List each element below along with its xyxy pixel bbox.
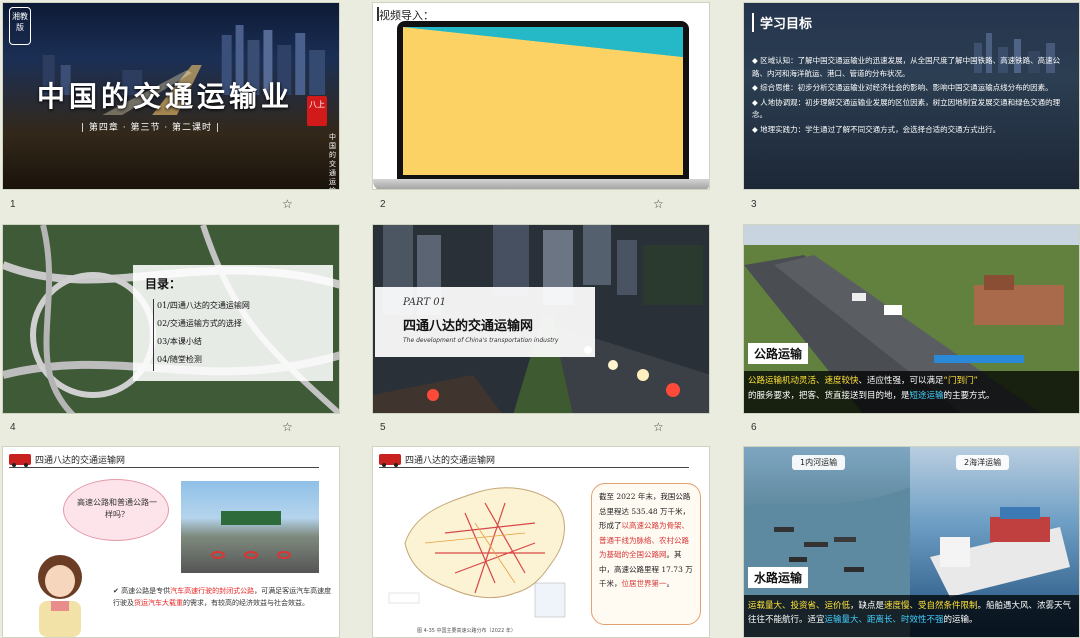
expressway-description: ✔ 高速公路是专供汽车高速行驶的封闭式公路，可满足客运汽车高速度行驶及货运汽车大… (113, 585, 337, 609)
thought-bubble-text: 高速公路和普通公路一样吗？ (77, 498, 157, 519)
water-transport-heading: 水路运输 (748, 567, 809, 588)
slide-subtitle: | 第四章 · 第三节 · 第二课时 | (81, 123, 220, 133)
road-statistics-note: 截至 2022 年末，我国公路总里程达 535.48 万千米，形成了以高速公路为… (591, 483, 701, 625)
toc-title: 目录： (145, 277, 182, 291)
toc-item: 02/交通运输方式的选择 (157, 319, 242, 328)
text-span: 的运输。 (943, 615, 978, 625)
slide-number: 1 (10, 199, 16, 210)
slide-thumbnail-7[interactable]: 四通八达的交通运输网 高速公路和普通公路一样吗？ ✔ 高速公路是专供汽车高速行驶… (2, 446, 340, 638)
list-item: ◆ 人地协调观：初步理解交通运输业发展的区位因素，树立因地制宜发展交通和绿色交通… (752, 97, 1061, 120)
learning-goals-heading: 学习目标 (752, 13, 812, 32)
section-header: 四通八达的交通运输网 (379, 453, 496, 467)
highlight-text: 位居世界第一 (621, 579, 667, 588)
divider (153, 299, 154, 371)
part-label: PART 01 (403, 297, 446, 308)
slide-title: 中国的交通运输业 (37, 80, 294, 113)
slide-thumbnail-5[interactable]: PART 01 四通八达的交通运输网 The development of Ch… (372, 224, 710, 414)
text-span: 公路运输 (748, 376, 783, 386)
publisher-badge: 湘教版 (9, 7, 31, 45)
vertical-title: 中国的交通运输业 (329, 133, 336, 189)
slide-thumbnail-9[interactable]: 1内河运输 2海洋运输 水路运输 运载量大、投资省、运价低，缺点是速度慢、受自然… (743, 446, 1080, 638)
truck-icon (379, 454, 401, 467)
section-title: 四通八达的交通运输网 (35, 456, 126, 466)
star-icon[interactable]: ☆ (653, 421, 664, 433)
map-caption: 图 4-35 中国主要高速公路分布（2022 年） (417, 628, 516, 634)
highlight-text: 运载量大、投资省、运价低 (748, 601, 851, 611)
section-header: 四通八达的交通运输网 (9, 453, 126, 467)
china-expressway-map (388, 487, 566, 618)
text-span: 。 (666, 579, 675, 588)
slide-number: 2 (380, 199, 386, 210)
ocean-shipping-tag: 2海洋运输 (956, 455, 1010, 470)
slide-thumbnail-3[interactable]: 学习目标 ◆ 区域认知：了解中国交通运输业的迅速发展，从全国尺度了解中国铁路、高… (743, 2, 1080, 190)
video-placeholder-graphic (403, 27, 683, 57)
section-title-panel: PART 01 四通八达的交通运输网 The development of Ch… (375, 287, 595, 357)
text-span: 的需求，有较高的经济效益与社会效益。 (183, 599, 309, 607)
laptop-base (373, 179, 709, 189)
expressway-photo (181, 481, 319, 573)
slide-number: 5 (380, 422, 386, 433)
star-icon[interactable]: ☆ (653, 198, 664, 210)
highlight-text: 汽车高速行驶的封闭式公路 (170, 587, 255, 595)
toc-list: 01/四通八达的交通运输网 02/交通运输方式的选择 03/本课小结 04/随堂… (157, 297, 250, 369)
slide-number: 3 (751, 199, 757, 210)
speed-markings (201, 551, 301, 561)
student-illustration (38, 555, 82, 637)
slide-thumbnail-1[interactable]: 湘教版 中国的交通运输业 | 第四章 · 第三节 · 第二课时 | 八上 中国的… (2, 2, 340, 190)
road-sign (221, 511, 281, 525)
list-item: ◆ 地理实践力：学生通过了解不同交通方式，会选择合适的交通方式出行。 (752, 124, 1001, 134)
highlight-text: 货运汽车大载重 (134, 599, 183, 607)
truck-icon (9, 454, 31, 467)
text-span: 的服务要求，把客、货直接送到目的地，是 (748, 391, 910, 401)
inland-waterway-tag: 1内河运输 (792, 455, 846, 470)
header-underline (9, 467, 319, 468)
list-item: ◆ 综合思维：初步分析交通运输业对经济社会的影响、影响中国交通运输点线分布的因素… (752, 83, 1053, 92)
section-title: 四通八达的交通运输网 (403, 319, 534, 334)
highlight-text: 短途运输 (909, 391, 944, 401)
highlight-text: 运输量大、距离长、时效性不强 (824, 615, 944, 625)
table-of-contents-panel: 目录： 01/四通八达的交通运输网 02/交通运输方式的选择 03/本课小结 0… (133, 265, 333, 381)
toc-item: 03/本课小结 (157, 337, 202, 346)
slide-thumbnail-6[interactable]: 公路运输 公路运输机动灵活、速度较快、适应性强，可以满足“门到门” 的服务要求，把… (743, 224, 1080, 414)
star-icon[interactable]: ☆ (282, 198, 293, 210)
text-span: 的主要方式。 (943, 391, 995, 401)
slide-number: 4 (10, 422, 16, 433)
slide-thumbnail-2[interactable]: 视频导入： (372, 2, 710, 190)
section-subtitle-en: The development of China's transportatio… (403, 337, 559, 344)
highlight-text: 机动灵活、速度较快 (782, 376, 859, 386)
video-screen[interactable] (403, 27, 683, 175)
road-transport-heading: 公路运输 (748, 343, 809, 364)
slide-thumbnail-4[interactable]: 目录： 01/四通八达的交通运输网 02/交通运输方式的选择 03/本课小结 0… (2, 224, 340, 414)
road-transport-caption: 公路运输机动灵活、速度较快、适应性强，可以满足“门到门” 的服务要求，把客、货直接… (744, 371, 1079, 413)
highlight-text: 速度慢、受自然条件限制 (884, 601, 978, 611)
slide-thumbnail-8[interactable]: 四通八达的交通运输网 截至 2022 年末，我国公路总里程达 535.48 万千… (372, 446, 710, 638)
section-title: 四通八达的交通运输网 (405, 456, 496, 466)
list-item: ◆ 区域认知：了解中国交通运输业的迅速发展，从全国尺度了解中国铁路、高速铁路、高… (752, 56, 1061, 78)
water-transport-caption: 运载量大、投资省、运价低，缺点是速度慢、受自然条件限制。船舶遇大风、浓雾天气往往… (744, 595, 1079, 637)
toc-item: 01/四通八达的交通运输网 (157, 301, 250, 310)
text-span: 、适应性强，可以满足 (858, 376, 944, 386)
text-span: ✔ 高速公路是专供 (113, 587, 171, 595)
grade-seal: 八上 (307, 96, 327, 126)
text-span: ，缺点是 (850, 601, 885, 611)
slide-number: 6 (751, 422, 757, 433)
highlight-text: “门到门” (943, 376, 978, 386)
star-icon[interactable]: ☆ (282, 421, 293, 433)
learning-goals-list: ◆ 区域认知：了解中国交通运输业的迅速发展，从全国尺度了解中国铁路、高速铁路、高… (752, 55, 1074, 138)
header-underline (379, 467, 689, 468)
toc-item: 04/随堂检测 (157, 355, 202, 364)
